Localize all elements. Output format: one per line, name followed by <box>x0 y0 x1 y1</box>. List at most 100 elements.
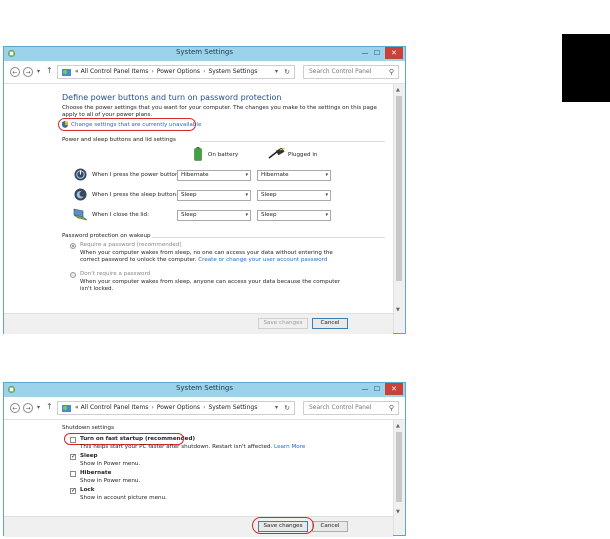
title-bar: System Settings — ☐ ✕ <box>4 383 405 397</box>
scroll-up-arrow-icon[interactable]: ▲ <box>396 87 400 93</box>
chevron-down-icon: ▾ <box>325 172 328 178</box>
close-lid-battery-select[interactable]: Sleep ▾ <box>177 210 251 221</box>
back-arrow-icon[interactable]: ← <box>10 67 20 77</box>
vertical-scrollbar[interactable]: ▲ ▼ <box>393 84 405 333</box>
up-arrow-icon[interactable]: ↑ <box>46 402 53 411</box>
close-button[interactable]: ✕ <box>385 383 403 395</box>
scroll-down-arrow-icon[interactable]: ▼ <box>396 509 400 515</box>
recent-locations-chevron-icon[interactable]: ▾ <box>37 404 40 411</box>
close-button[interactable]: ✕ <box>385 47 403 59</box>
address-bar-row: ← → ▾ ↑ « All Control Panel Items › Power … <box>4 397 405 420</box>
plug-icon <box>268 148 286 159</box>
maximize-button[interactable]: ☐ <box>371 47 383 59</box>
fast-startup-description: This helps start your PC faster after sh… <box>80 444 305 450</box>
cancel-button[interactable]: Cancel <box>312 521 348 532</box>
no-password-radio[interactable] <box>70 272 76 278</box>
section-header-shutdown: Shutdown settings <box>62 425 115 431</box>
breadcrumb-item-system-settings[interactable]: System Settings <box>208 68 257 75</box>
address-dropdown-chevron-icon[interactable]: ▾ <box>275 66 278 78</box>
laptop-lid-icon <box>73 208 88 221</box>
select-value: Hibernate <box>261 172 289 178</box>
lock-description: Show in account picture menu. <box>80 495 167 501</box>
address-dropdown-chevron-icon[interactable]: ▾ <box>275 402 278 414</box>
chevron-down-icon: ▾ <box>245 172 248 178</box>
create-password-link[interactable]: Create or change your user account passw… <box>198 257 327 263</box>
forward-arrow-icon[interactable]: → <box>23 67 33 77</box>
window-title: System Settings <box>175 48 234 56</box>
recent-locations-chevron-icon[interactable]: ▾ <box>37 68 40 75</box>
minimize-button[interactable]: — <box>359 383 371 395</box>
breadcrumb-item-system-settings[interactable]: System Settings <box>208 404 257 411</box>
breadcrumb-item-all-control-panel[interactable]: All Control Panel Items <box>81 404 149 411</box>
chevron-down-icon: ▾ <box>325 192 328 198</box>
sleep-button-battery-select[interactable]: Sleep ▾ <box>177 190 251 201</box>
sleep-label[interactable]: Sleep <box>80 453 98 459</box>
close-lid-plugged-select[interactable]: Sleep ▾ <box>257 210 331 221</box>
breadcrumb: « All Control Panel Items › Power Options ›… <box>75 66 257 78</box>
learn-more-link[interactable]: Learn More <box>274 444 305 450</box>
sleep-button-icon <box>74 188 87 201</box>
search-input[interactable]: Search Control Panel ⚲ <box>303 401 399 415</box>
scrollbar-thumb[interactable] <box>396 432 402 502</box>
section-header-password: Password protection on wakeup <box>62 233 151 239</box>
scroll-down-arrow-icon[interactable]: ▼ <box>396 307 400 313</box>
black-side-tab <box>562 34 610 102</box>
sleep-button-plugged-select[interactable]: Sleep ▾ <box>257 190 331 201</box>
power-button-plugged-select[interactable]: Hibernate ▾ <box>257 170 331 181</box>
search-icon[interactable]: ⚲ <box>389 402 394 414</box>
lock-checkbox[interactable]: ✓ <box>70 488 76 494</box>
cancel-button[interactable]: Cancel <box>312 318 348 329</box>
breadcrumb-item-all-control-panel[interactable]: All Control Panel Items <box>81 68 149 75</box>
select-value: Hibernate <box>181 172 209 178</box>
breadcrumb-item-power-options[interactable]: Power Options <box>157 404 200 411</box>
page-heading: Define power buttons and turn on passwor… <box>62 93 282 102</box>
hibernate-description: Show in Power menu. <box>80 478 141 484</box>
section-divider <box>152 237 385 238</box>
lock-label[interactable]: Lock <box>80 487 94 493</box>
search-placeholder: Search Control Panel <box>309 68 372 75</box>
search-placeholder: Search Control Panel <box>309 404 372 411</box>
button-footer: Save changes Cancel <box>4 313 393 334</box>
section-header-buttons: Power and sleep buttons and lid settings <box>62 137 176 143</box>
sleep-checkbox[interactable]: ✓ <box>70 454 76 460</box>
content-area: Define power buttons and turn on passwor… <box>4 84 393 333</box>
refresh-icon[interactable]: ↻ <box>284 66 290 78</box>
scroll-up-arrow-icon[interactable]: ▲ <box>396 423 400 429</box>
select-value: Sleep <box>261 192 277 198</box>
require-password-radio[interactable] <box>70 243 76 249</box>
hibernate-label[interactable]: Hibernate <box>80 470 111 476</box>
search-icon[interactable]: ⚲ <box>389 66 394 78</box>
chevron-down-icon: ▾ <box>325 212 328 218</box>
forward-arrow-icon[interactable]: → <box>23 403 33 413</box>
save-changes-button[interactable]: Save changes <box>258 318 308 329</box>
hibernate-checkbox[interactable] <box>70 471 76 477</box>
breadcrumb: « All Control Panel Items › Power Options ›… <box>75 402 257 414</box>
require-password-label: Require a password (recommended) <box>80 242 182 248</box>
power-button-battery-select[interactable]: Hibernate ▾ <box>177 170 251 181</box>
breadcrumb-item-power-options[interactable]: Power Options <box>157 68 200 75</box>
battery-icon <box>194 147 202 161</box>
breadcrumb-prefix[interactable]: « <box>75 68 79 75</box>
vertical-scrollbar[interactable]: ▲ ▼ <box>393 420 405 535</box>
page-description: Choose the power settings that you want … <box>62 105 377 118</box>
breadcrumb-prefix[interactable]: « <box>75 404 79 411</box>
select-value: Sleep <box>181 212 197 218</box>
column-header-on-battery: On battery <box>208 152 239 158</box>
system-settings-window-power-buttons: System Settings — ☐ ✕ ← → ▾ ↑ « All Cont… <box>3 46 406 334</box>
up-arrow-icon[interactable]: ↑ <box>46 66 53 75</box>
row-label-close-lid: When I close the lid: <box>92 212 149 218</box>
window-title: System Settings <box>175 384 234 392</box>
minimize-button[interactable]: — <box>359 47 371 59</box>
maximize-button[interactable]: ☐ <box>371 383 383 395</box>
address-bar[interactable]: « All Control Panel Items › Power Options ›… <box>57 65 295 79</box>
refresh-icon[interactable]: ↻ <box>284 402 290 414</box>
chevron-down-icon: ▾ <box>245 212 248 218</box>
search-input[interactable]: Search Control Panel ⚲ <box>303 65 399 79</box>
address-bar[interactable]: « All Control Panel Items › Power Options ›… <box>57 401 295 415</box>
row-label-sleep-button: When I press the sleep button: <box>92 192 179 198</box>
back-arrow-icon[interactable]: ← <box>10 403 20 413</box>
row-label-power-button: When I press the power button: <box>92 172 181 178</box>
scrollbar-thumb[interactable] <box>396 96 402 281</box>
control-panel-icon <box>62 69 71 76</box>
system-settings-window-shutdown: System Settings — ☐ ✕ ← → ▾ ↑ « All Cont… <box>3 382 406 537</box>
